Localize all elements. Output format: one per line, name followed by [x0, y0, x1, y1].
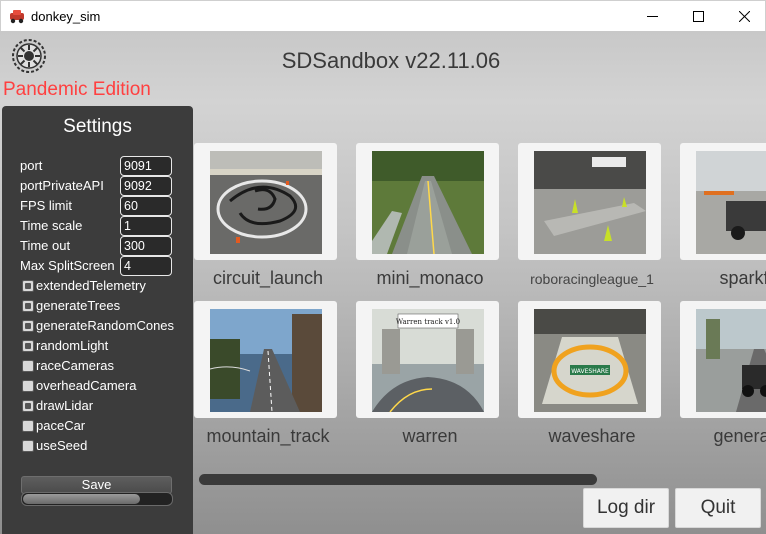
checkbox-box[interactable]	[22, 380, 34, 392]
checkbox-label: useSeed	[36, 438, 88, 453]
track-thumbnail-frame[interactable]	[680, 143, 766, 260]
track-thumbnail-image	[696, 151, 766, 254]
tracks-horizontal-scrollbar[interactable]	[199, 474, 597, 485]
edition-label: Pandemic Edition	[3, 79, 151, 100]
track-circuit-launch[interactable]: circuit_launch	[194, 143, 342, 288]
track-thumbnail-image	[210, 151, 322, 254]
track-thumbnail-frame[interactable]	[194, 143, 337, 260]
maximize-button[interactable]	[675, 1, 721, 32]
checkbox-pace-car[interactable]: paceCar	[22, 417, 192, 435]
checkbox-generate-trees[interactable]: generateTrees	[22, 297, 192, 315]
waveshare-logo-text: WAVESHARE	[571, 368, 609, 375]
checkbox-box[interactable]	[22, 420, 34, 432]
checkbox-use-seed[interactable]: useSeed	[22, 437, 192, 455]
checkbox-race-cameras[interactable]: raceCameras	[22, 357, 192, 375]
track-thumbnail-image	[696, 309, 766, 412]
track-roboracingleague-1[interactable]: roboracingleague_1	[518, 143, 666, 287]
app-title: SDSandbox v22.11.06	[281, 48, 501, 73]
track-thumbnail-image	[534, 151, 646, 254]
checkbox-box[interactable]	[22, 280, 34, 292]
track-name: generated	[713, 426, 766, 446]
track-mountain-track[interactable]: mountain_track	[194, 301, 342, 446]
track-name: waveshare	[548, 426, 636, 446]
app-icon	[10, 10, 24, 24]
field-time-out: Time out 300	[20, 236, 180, 256]
checkbox-box[interactable]	[22, 340, 34, 352]
checkbox-label: generateTrees	[36, 298, 121, 313]
track-thumbnail-frame[interactable]	[356, 143, 499, 260]
time-out-input[interactable]: 300	[120, 236, 172, 256]
field-label: Max SplitScreen	[20, 258, 115, 273]
track-name: roboracingleague_1	[530, 271, 654, 287]
settings-title: Settings	[63, 116, 132, 137]
track-thumbnail-image	[210, 309, 322, 412]
settings-panel: Settings port 9091 portPrivateAPI 9092 F…	[2, 106, 193, 534]
field-label: portPrivateAPI	[20, 178, 104, 193]
field-fps-limit: FPS limit 60	[20, 196, 180, 216]
window-titlebar: donkey_sim	[0, 0, 766, 31]
track-sparkfun[interactable]: sparkfun	[680, 143, 766, 288]
field-time-scale: Time scale 1	[20, 216, 180, 236]
quit-button[interactable]: Quit	[675, 488, 761, 528]
checkbox-random-light[interactable]: randomLight	[22, 337, 192, 355]
log-dir-button[interactable]: Log dir	[583, 488, 669, 528]
track-name: mountain_track	[206, 426, 330, 446]
track-waveshare[interactable]: WAVESHARE waveshare	[518, 301, 666, 446]
track-thumbnail-frame[interactable]	[680, 301, 766, 418]
minimize-icon	[646, 16, 658, 17]
checkbox-label: generateRandomCones	[36, 318, 175, 333]
maximize-icon	[692, 11, 704, 22]
checkbox-box[interactable]	[22, 320, 34, 332]
track-warren[interactable]: Warren track v1.0 warren	[356, 301, 504, 446]
track-thumbnail-image: Warren track v1.0	[372, 309, 484, 412]
warren-sign-text: Warren track v1.0	[396, 318, 460, 326]
track-mini-monaco[interactable]: mini_monaco	[356, 143, 504, 288]
save-progress-bar	[21, 492, 173, 506]
checkbox-box[interactable]	[22, 360, 34, 372]
port-private-api-input[interactable]: 9092	[120, 176, 172, 196]
track-thumbnail-frame[interactable]: WAVESHARE	[518, 301, 661, 418]
field-port-private-api: portPrivateAPI 9092	[20, 176, 180, 196]
track-thumbnail-image	[372, 151, 484, 254]
checkbox-label: overheadCamera	[36, 378, 137, 393]
field-max-splitscreen: Max SplitScreen 4	[20, 256, 180, 276]
window-title: donkey_sim	[31, 9, 101, 24]
minimize-button[interactable]	[629, 1, 675, 32]
checkbox-box[interactable]	[22, 440, 34, 452]
track-generated[interactable]: generated	[680, 301, 766, 446]
field-label: Time scale	[20, 218, 83, 233]
close-icon	[738, 11, 750, 22]
checkbox-draw-lidar[interactable]: drawLidar	[22, 397, 192, 415]
track-name: sparkfun	[719, 268, 766, 288]
track-name: warren	[402, 426, 458, 446]
time-scale-input[interactable]: 1	[120, 216, 172, 236]
checkbox-box[interactable]	[22, 400, 34, 412]
fps-limit-input[interactable]: 60	[120, 196, 172, 216]
field-label: port	[20, 158, 43, 173]
track-thumbnail-frame[interactable]	[194, 301, 337, 418]
app-client-area: SDSandbox v22.11.06 Pandemic Edition Set…	[0, 31, 766, 534]
field-label: FPS limit	[20, 198, 72, 213]
close-button[interactable]	[721, 1, 766, 32]
checkbox-generate-random-cones[interactable]: generateRandomCones	[22, 317, 192, 335]
port-input[interactable]: 9091	[120, 156, 172, 176]
checkbox-label: drawLidar	[36, 398, 94, 413]
checkbox-label: raceCameras	[36, 358, 115, 373]
track-name: mini_monaco	[376, 268, 484, 288]
checkbox-label: randomLight	[36, 338, 109, 353]
progress-fill	[23, 494, 140, 504]
field-port: port 9091	[20, 156, 180, 176]
checkbox-box[interactable]	[22, 300, 34, 312]
field-label: Time out	[20, 238, 71, 253]
max-splitscreen-input[interactable]: 4	[120, 256, 172, 276]
track-thumbnail-frame[interactable]	[518, 143, 661, 260]
checkbox-label: paceCar	[36, 418, 86, 433]
track-thumbnail-frame[interactable]: Warren track v1.0	[356, 301, 499, 418]
checkbox-extended-telemetry[interactable]: extendedTelemetry	[22, 277, 192, 295]
track-name: circuit_launch	[212, 268, 324, 288]
checkbox-overhead-camera[interactable]: overheadCamera	[22, 377, 192, 395]
checkbox-label: extendedTelemetry	[36, 278, 146, 293]
track-thumbnail-image: WAVESHARE	[534, 309, 646, 412]
